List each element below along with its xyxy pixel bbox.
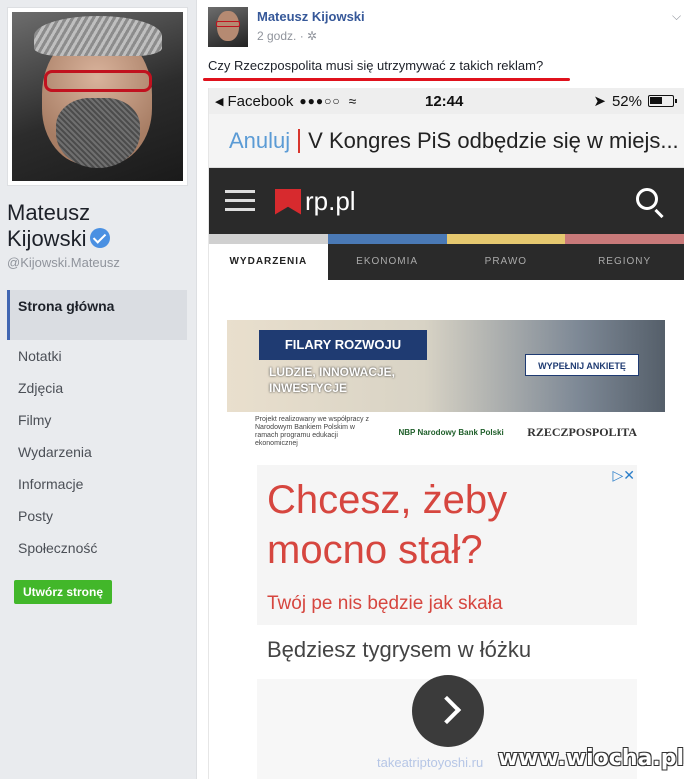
profile-handle[interactable]: @Kijowski.Mateusz xyxy=(7,255,120,270)
rzeczpospolita-logo: RZECZPOSPOLITA xyxy=(527,424,637,439)
ad-subheadline: Twój pe nis będzie jak skała xyxy=(267,593,503,614)
banner-footer: Projekt realizowany we współpracy z Naro… xyxy=(227,414,665,450)
adchoices-close-icon[interactable]: ▷✕ xyxy=(613,467,636,484)
sidebar-item-posts[interactable]: Posty xyxy=(7,500,187,532)
sidebar-item-about[interactable]: Informacje xyxy=(7,468,187,500)
sidebar-item-home[interactable]: Strona główna xyxy=(7,290,187,340)
battery-percent: 52% xyxy=(611,92,642,110)
rp-site-header: rp.pl xyxy=(209,168,684,234)
search-cursor xyxy=(298,128,301,153)
post-image-phone-screenshot[interactable]: ◀ Facebook ●●●○○ ≈ 12:44 ➤ 52% Anuluj V … xyxy=(208,88,684,779)
eagle-logo-icon xyxy=(275,188,301,215)
profile-name-line2: Kijowski xyxy=(7,226,87,251)
tab-prawo[interactable]: PRAWO xyxy=(446,234,566,280)
status-right: ➤ 52% xyxy=(593,92,677,110)
red-underline-annotation xyxy=(203,78,570,81)
page: Mateusz Kijowski @Kijowski.Mateusz Stron… xyxy=(0,0,694,779)
create-page-button[interactable]: Utwórz stronę xyxy=(14,580,113,604)
status-app-name: Facebook xyxy=(227,92,294,110)
tab-regiony[interactable]: REGIONY xyxy=(565,234,684,280)
profile-name[interactable]: Mateusz Kijowski xyxy=(7,200,192,252)
banner-footer-note: Projekt realizowany we współpracy z Naro… xyxy=(255,416,369,447)
rp-logo[interactable]: rp.pl xyxy=(275,186,356,217)
back-arrow-icon: ◀ xyxy=(215,95,224,108)
sidebar-item-events[interactable]: Wydarzenia xyxy=(7,436,187,468)
cancel-link[interactable]: Anuluj xyxy=(229,128,290,154)
ad-tagline: Będziesz tygrysem w łóżku xyxy=(267,637,532,662)
sidebar-nav: Strona główna Notatki Zdjęcia Filmy Wyda… xyxy=(7,290,187,564)
spam-ad[interactable]: ▷✕ Chcesz, żeby mocno stał? Twój pe nis … xyxy=(257,465,637,779)
tab-ekonomia[interactable]: EKONOMIA xyxy=(327,234,447,280)
left-sidebar: Mateusz Kijowski @Kijowski.Mateusz Stron… xyxy=(0,0,197,779)
profile-name-line1: Mateusz xyxy=(7,200,91,225)
banner-cta-button[interactable]: WYPEŁNIJ ANKIETĘ xyxy=(525,354,639,376)
banner-title: FILARY ROZWOJU xyxy=(259,330,427,360)
hair-shape xyxy=(34,16,162,56)
ad-next-arrow-icon[interactable] xyxy=(412,675,484,747)
watermark: www.wiocha.pl xyxy=(497,746,684,771)
post-text: Czy Rzeczpospolita musi się utrzymywać z… xyxy=(208,58,544,73)
wifi-icon: ≈ xyxy=(348,93,357,109)
post-author-avatar[interactable] xyxy=(208,7,248,47)
ad-headline: Chcesz, żeby mocno stał? xyxy=(267,478,508,572)
avatar-glasses-shape xyxy=(216,21,240,27)
battery-icon xyxy=(648,95,677,107)
section-tabs: WYDARZENIA EKONOMIA PRAWO REGIONY xyxy=(209,234,684,280)
tab-wydarzenia[interactable]: WYDARZENIA xyxy=(209,234,328,280)
post-timestamp[interactable]: 2 godz. · ✲ xyxy=(257,29,317,43)
sidebar-item-videos[interactable]: Filmy xyxy=(7,404,187,436)
rp-logo-text: rp.pl xyxy=(305,186,356,216)
search-row: Anuluj V Kongres PiS odbędzie się w miej… xyxy=(209,114,684,168)
filary-rozwoju-banner[interactable]: FILARY ROZWOJU LUDZIE, INNOWACJE, INWEST… xyxy=(227,320,665,412)
sidebar-item-notes[interactable]: Notatki xyxy=(7,340,187,372)
sidebar-item-photos[interactable]: Zdjęcia xyxy=(7,372,187,404)
search-icon[interactable] xyxy=(636,188,658,210)
search-query[interactable]: V Kongres PiS odbędzie się w miejs... xyxy=(308,128,679,154)
ad-url[interactable]: takeatriptoyoshi.ru xyxy=(377,755,483,770)
ios-status-bar: ◀ Facebook ●●●○○ ≈ 12:44 ➤ 52% xyxy=(209,88,684,114)
verified-badge-icon xyxy=(90,228,111,248)
status-time: 12:44 xyxy=(425,92,464,110)
location-arrow-icon: ➤ xyxy=(593,93,606,110)
profile-picture[interactable] xyxy=(7,7,188,186)
beard-shape xyxy=(56,98,140,168)
post-author-name[interactable]: Mateusz Kijowski xyxy=(257,9,365,24)
nbp-logo: NBP Narodowy Bank Polski xyxy=(398,427,504,437)
hamburger-menu-icon[interactable] xyxy=(225,190,255,212)
profile-photo xyxy=(12,12,183,181)
glasses-shape xyxy=(44,70,152,92)
signal-icon: ●●●○○ xyxy=(299,94,341,108)
banner-subtitle: LUDZIE, INNOWACJE, INWESTYCJE xyxy=(269,365,396,395)
post-options-chevron-icon[interactable]: ⌵ xyxy=(672,9,681,24)
sidebar-item-community[interactable]: Społeczność xyxy=(7,532,187,564)
